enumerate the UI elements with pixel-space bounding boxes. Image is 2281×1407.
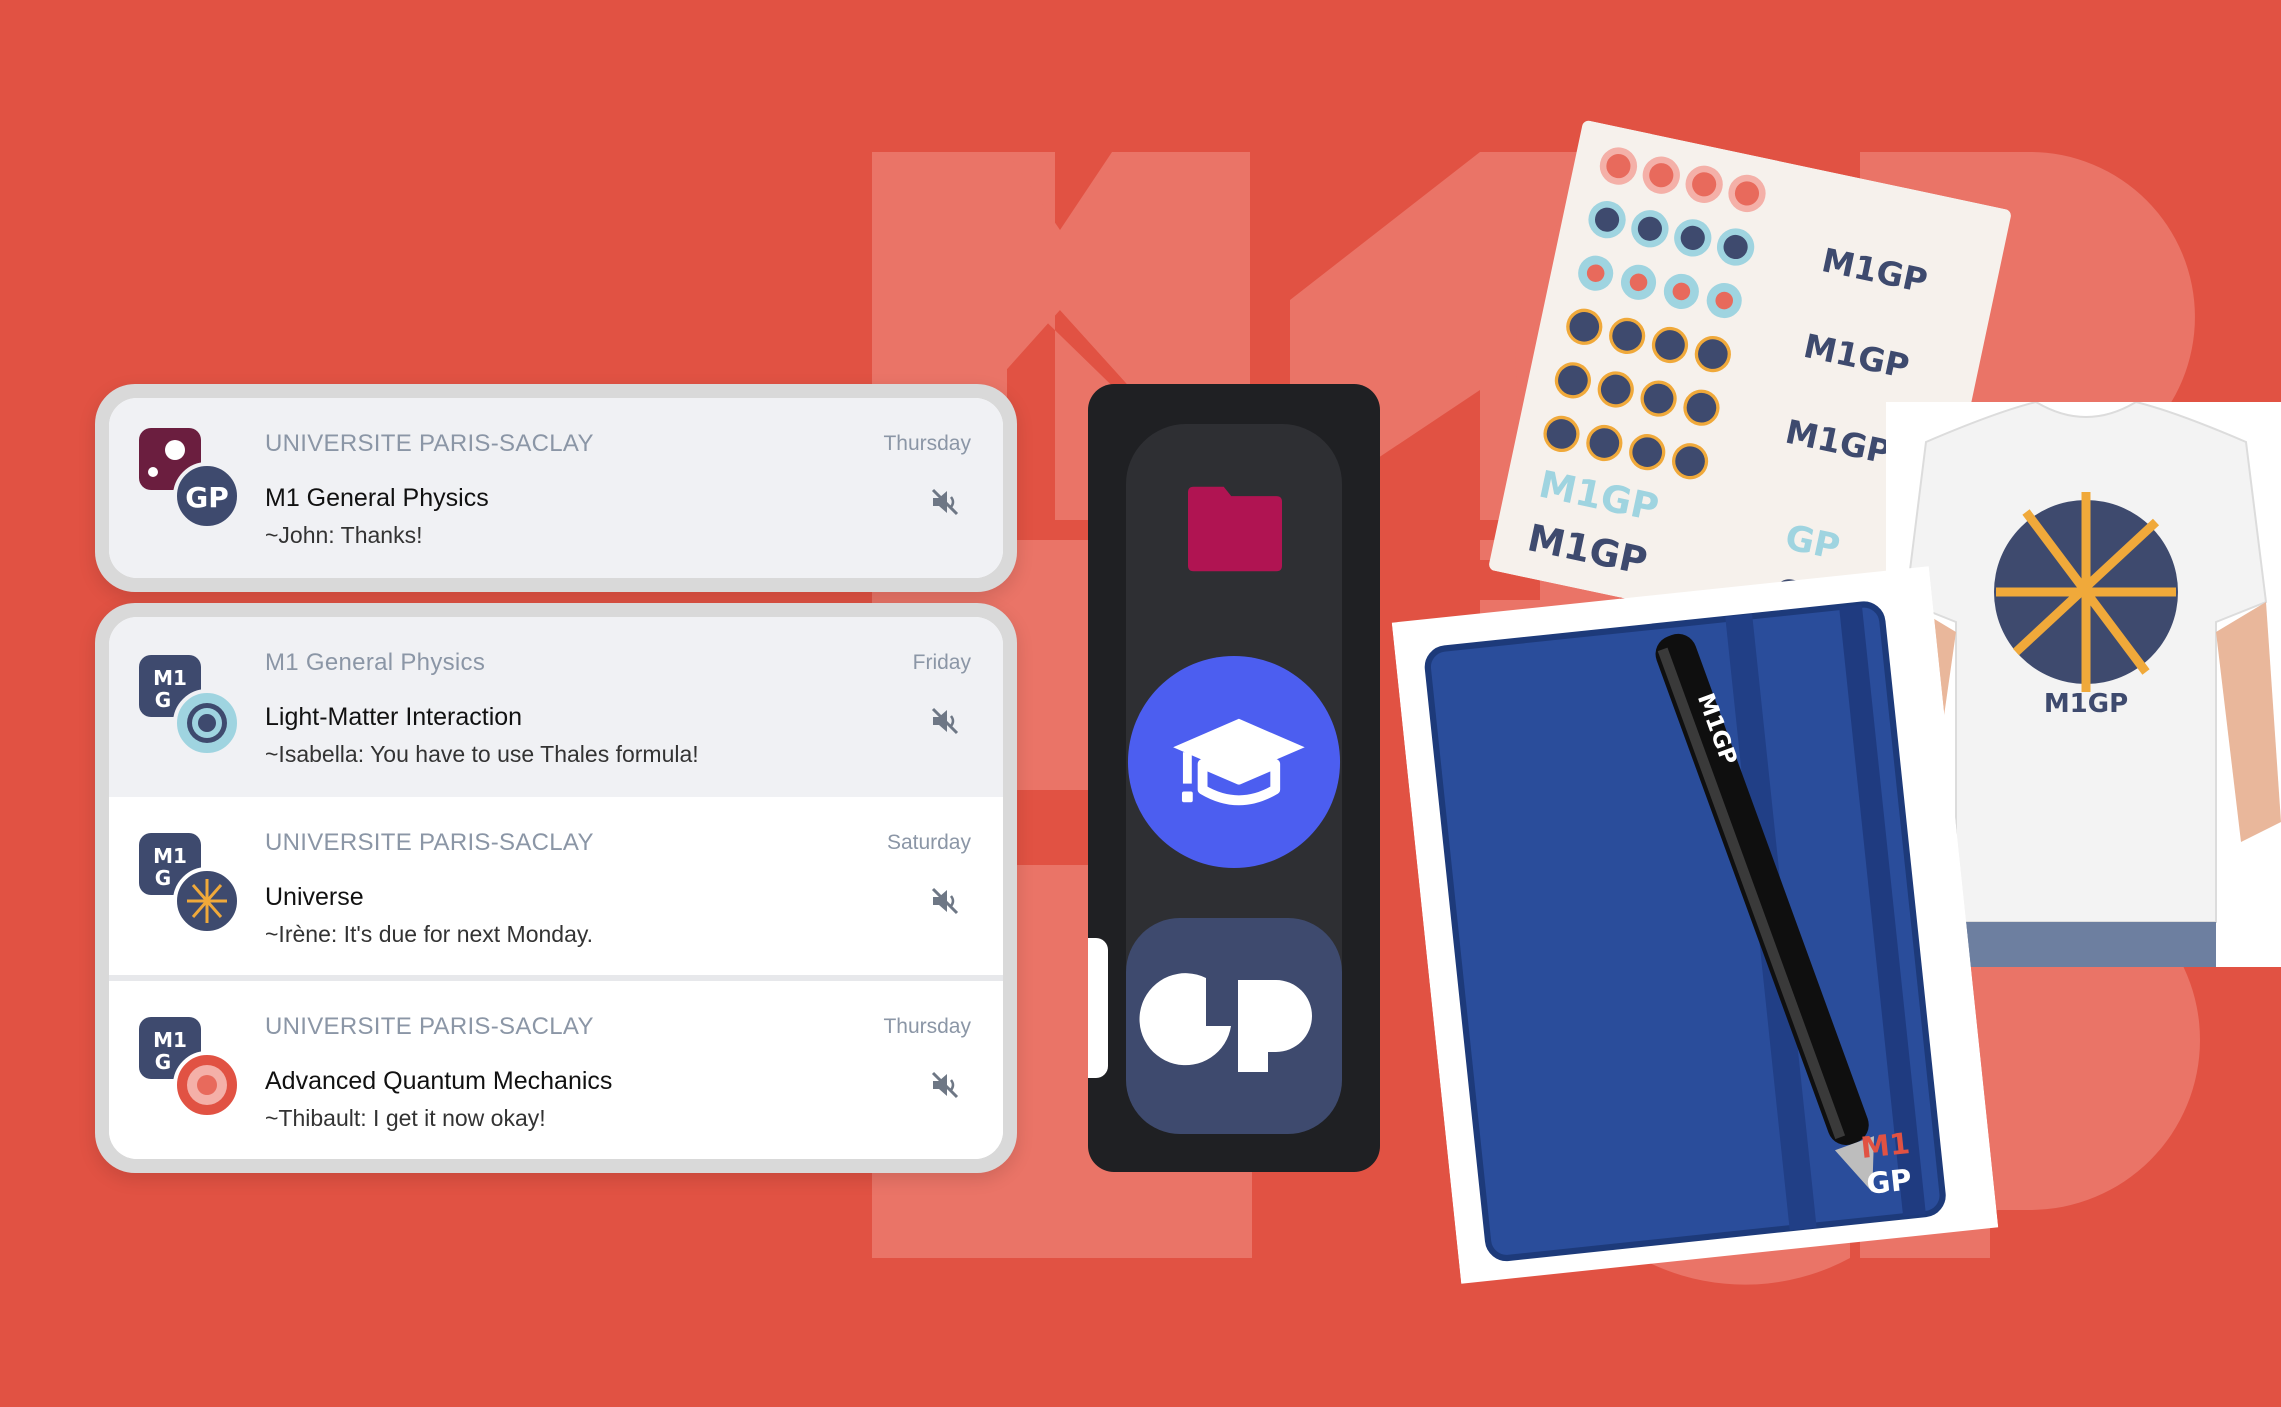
notebook-logo-top: M1 <box>1859 1126 1911 1165</box>
notification-message: ~John: Thanks! <box>265 522 423 548</box>
app-sidebar <box>1088 384 1380 1172</box>
folder-icon[interactable] <box>1188 484 1282 574</box>
notification-date: Saturday <box>886 831 971 854</box>
gp-logo-icon[interactable] <box>1126 918 1342 1134</box>
mute-icon[interactable] <box>929 1069 961 1101</box>
notification-item[interactable]: M1 G UNIVERSITE PARIS-SACLAY Saturday Un… <box>109 797 1003 975</box>
starburst-course-icon: M1 G <box>139 833 241 935</box>
notification-item[interactable]: M1 G M1 General Physics Friday Light-Mat… <box>109 617 1003 797</box>
sidebar-active-indicator <box>1088 938 1108 1078</box>
svg-text:M1: M1 <box>153 844 187 868</box>
notification-card-top-inner: GP UNIVERSITE PARIS-SACLAY Thursday M1 G… <box>109 398 1003 578</box>
m1gp-community-icon: GP <box>139 428 241 530</box>
graduation-cap-icon[interactable] <box>1126 654 1342 870</box>
notification-title: M1 General Physics <box>265 484 489 512</box>
svg-text:M1: M1 <box>153 666 187 690</box>
notification-message: ~Isabella: You have to use Thales formul… <box>265 741 699 767</box>
shirt-logo: M1GP <box>2044 689 2128 719</box>
notification-date: Thursday <box>883 432 971 455</box>
notification-item[interactable]: M1 G UNIVERSITE PARIS-SACLAY Thursday Ad… <box>109 981 1003 1159</box>
mute-icon[interactable] <box>929 885 961 917</box>
notification-card-top: GP UNIVERSITE PARIS-SACLAY Thursday M1 G… <box>95 384 1017 592</box>
notification-group-name: UNIVERSITE PARIS-SACLAY <box>265 829 594 856</box>
notification-card-bottom: M1 G M1 General Physics Friday Light-Mat… <box>95 603 1017 1173</box>
mute-icon[interactable] <box>929 486 961 518</box>
notification-item[interactable]: GP UNIVERSITE PARIS-SACLAY Thursday M1 G… <box>109 398 1003 578</box>
notification-card-bottom-inner: M1 G M1 General Physics Friday Light-Mat… <box>109 617 1003 1159</box>
notification-date: Friday <box>912 651 971 674</box>
sidebar-inner-rail <box>1126 424 1342 1134</box>
notification-title: Light-Matter Interaction <box>265 703 523 731</box>
svg-text:GP: GP <box>185 481 229 514</box>
notification-title: Advanced Quantum Mechanics <box>265 1067 613 1095</box>
notification-group-name: UNIVERSITE PARIS-SACLAY <box>265 430 594 457</box>
mute-icon[interactable] <box>929 705 961 737</box>
red-dot-course-icon: M1 G <box>139 1017 241 1119</box>
svg-text:G: G <box>155 866 171 890</box>
notification-message: ~Thibault: I get it now okay! <box>265 1105 546 1131</box>
svg-text:M1: M1 <box>153 1028 187 1052</box>
notification-group-name: M1 General Physics <box>265 649 486 676</box>
notification-title: Universe <box>265 883 364 911</box>
svg-text:G: G <box>155 1050 171 1074</box>
target-course-icon: M1 G <box>139 655 241 757</box>
notification-message: ~Irène: It's due for next Monday. <box>265 921 594 947</box>
notebook-photo: M1GP M1 GP <box>1391 566 1999 1284</box>
notebook-logo-bottom: GP <box>1865 1162 1913 1201</box>
svg-text:G: G <box>155 688 171 712</box>
notification-group-name: UNIVERSITE PARIS-SACLAY <box>265 1013 594 1040</box>
notification-date: Thursday <box>883 1015 971 1038</box>
